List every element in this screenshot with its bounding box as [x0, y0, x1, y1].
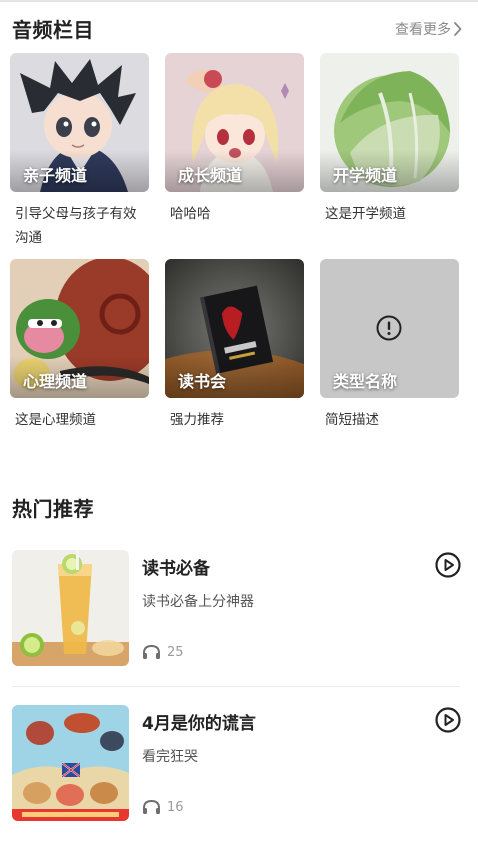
view-more-link[interactable]: 查看更多	[395, 19, 462, 39]
category-thumb: 心理频道	[10, 259, 149, 398]
recommend-title: 读书必备	[142, 559, 210, 579]
category-thumb: 成长频道	[165, 53, 304, 192]
recommend-subtitle: 读书必备上分神器	[142, 594, 254, 610]
category-thumb: 读书会	[165, 259, 304, 398]
recommend-thumb	[12, 550, 129, 666]
recommend-item[interactable]: 读书必备 读书必备上分神器 25	[12, 550, 462, 666]
recommend-subtitle: 看完狂哭	[142, 749, 198, 765]
recommend-thumb	[12, 705, 129, 821]
recommend-item[interactable]: 4月是你的谎言 看完狂哭 16	[12, 705, 462, 821]
listen-count-value: 25	[167, 644, 184, 660]
list-divider	[12, 686, 460, 687]
category-thumb-label: 成长频道	[178, 166, 243, 185]
category-thumb: 亲子频道	[10, 53, 149, 192]
listen-count: 16	[142, 799, 184, 815]
recommend-title: 4月是你的谎言	[142, 714, 256, 734]
category-desc: 这是心理频道	[15, 412, 96, 428]
top-divider	[0, 0, 478, 2]
hot-section-header: 热门推荐	[12, 493, 462, 522]
audio-section-title: 音频栏目	[12, 18, 94, 42]
listen-count: 25	[142, 644, 184, 660]
category-thumb-label: 读书会	[178, 372, 227, 391]
alert-circle-icon	[376, 315, 402, 341]
headphones-icon	[143, 799, 160, 814]
category-card-book-club[interactable]: 读书会 强力推荐	[165, 259, 304, 432]
category-card-growth[interactable]: 成长频道 哈哈哈	[165, 53, 304, 226]
category-thumb-label: 亲子频道	[23, 166, 88, 185]
headphones-icon	[143, 644, 160, 659]
view-more-label: 查看更多	[395, 21, 451, 38]
audio-section-header: 音频栏目 查看更多	[12, 14, 462, 43]
chevron-right-icon	[454, 21, 462, 36]
category-card-school[interactable]: 开学频道 这是开学频道	[320, 53, 459, 226]
category-card-placeholder[interactable]: 类型名称 简短描述	[320, 259, 459, 432]
category-desc: 强力推荐	[170, 412, 224, 428]
cartoon-poster-image	[12, 705, 129, 821]
hot-section-title: 热门推荐	[12, 497, 94, 521]
category-desc: 简短描述	[325, 412, 379, 428]
category-thumb: 开学频道	[320, 53, 459, 192]
category-desc: 这是开学频道	[325, 206, 406, 222]
category-thumb-label: 开学频道	[333, 166, 398, 185]
lemon-tea-image	[12, 550, 129, 666]
category-thumb-label: 类型名称	[333, 372, 398, 391]
play-circle-icon[interactable]	[435, 707, 461, 733]
category-card-psychology[interactable]: 心理频道 这是心理频道	[10, 259, 149, 432]
category-thumb-label: 心理频道	[23, 372, 88, 391]
category-desc: 引导父母与孩子有效沟通	[15, 206, 137, 246]
category-card-parenting[interactable]: 亲子频道 引导父母与孩子有效沟通	[10, 53, 149, 250]
play-circle-icon[interactable]	[435, 552, 461, 578]
category-desc: 哈哈哈	[170, 206, 211, 222]
category-thumb-placeholder: 类型名称	[320, 259, 459, 398]
listen-count-value: 16	[167, 799, 184, 815]
